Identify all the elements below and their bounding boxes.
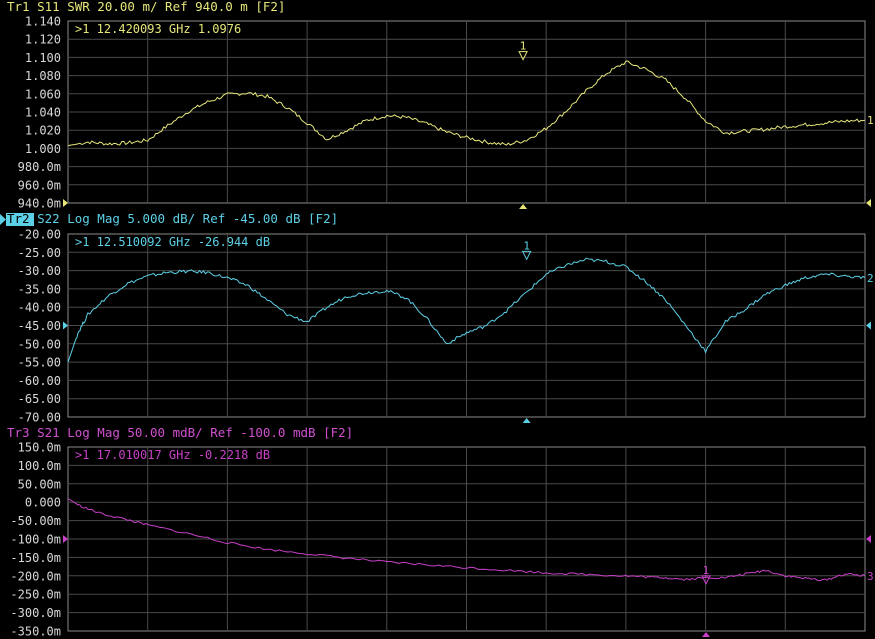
y-tick-label: 1.020 [25,124,61,138]
marker-readout: >1 12.420093 GHz 1.0976 [75,22,241,36]
y-tick-label: -50.00m [10,514,61,528]
y-tick-label: 100.0m [18,459,61,473]
y-tick-label: 1.140 [25,15,61,29]
y-tick-label: 1.000 [25,142,61,156]
y-tick-label: -35.00 [18,282,61,296]
marker-readout: >1 17.010017 GHz -0.2218 dB [75,448,270,462]
y-tick-label: -45.00 [18,319,61,333]
trace-settings-label: S22 Log Mag 5.000 dB/ Ref -45.00 dB [F2] [30,211,339,226]
y-tick-label: 1.080 [25,69,61,83]
trace-id-label: Tr2 [7,211,30,226]
y-tick-label: -20.00 [18,228,61,242]
trace-end-label: 1 [867,114,874,127]
marker-label: 1 [703,564,710,577]
y-tick-label: -150.0m [10,551,61,565]
reference-level-left-icon [63,535,68,543]
trace-panel-tr1: Tr1 S11 SWR 20.00 m/ Ref 940.0 m [F2]1.1… [7,0,874,211]
marker-position-icon [701,632,710,637]
marker-label: 1 [520,40,527,53]
trace-title-tr2[interactable]: Tr2 S22 Log Mag 5.000 dB/ Ref -45.00 dB … [7,211,338,226]
y-tick-label: -60.00 [18,374,61,388]
y-tick-label: -30.00 [18,264,61,278]
y-tick-label: 50.00m [18,477,61,491]
y-tick-label: 1.040 [25,106,61,120]
reference-level-left-icon [63,199,68,207]
reference-level-right-icon [866,535,871,543]
y-tick-label: -250.0m [10,588,61,602]
y-tick-label: -70.00 [18,411,61,425]
marker-triangle-icon[interactable] [518,51,528,61]
y-tick-label: 150.0m [18,441,61,455]
vna-display: Tr1 S11 SWR 20.00 m/ Ref 940.0 m [F2]1.1… [0,0,874,639]
trace-title-tr3[interactable]: Tr3 S21 Log Mag 50.00 mdB/ Ref -100.0 md… [7,425,353,440]
y-tick-label: 1.100 [25,51,61,65]
y-tick-label: 0.000 [25,496,61,510]
y-tick-label: -100.0m [10,533,61,547]
y-tick-label: -65.00 [18,392,61,406]
y-tick-label: -50.00 [18,337,61,351]
trace-end-label: 3 [867,570,874,583]
marker-readout: >1 12.510092 GHz -26.944 dB [75,235,270,249]
y-tick-label: -40.00 [18,301,61,315]
y-tick-label: 960.0m [18,178,61,192]
marker-position-icon [522,418,531,423]
reference-level-right-icon [866,199,871,207]
active-trace-arrow-icon [0,214,6,225]
trace-end-label: 2 [867,272,874,285]
reference-level-left-icon [63,321,68,330]
y-tick-label: -200.0m [10,569,61,583]
y-tick-label: 980.0m [18,160,61,174]
marker-label: 1 [523,239,530,252]
trace-panel-tr2: Tr2 S22 Log Mag 5.000 dB/ Ref -45.00 dB … [0,211,874,425]
y-tick-label: -55.00 [18,356,61,370]
y-tick-label: 1.120 [25,33,61,47]
trace-panel-tr3: Tr3 S21 Log Mag 50.00 mdB/ Ref -100.0 md… [7,425,874,639]
reference-level-right-icon [866,321,871,330]
trace-title-tr1[interactable]: Tr1 S11 SWR 20.00 m/ Ref 940.0 m [F2] [7,0,285,14]
y-tick-label: -300.0m [10,606,61,620]
y-tick-label: 1.060 [25,87,61,101]
y-tick-label: 940.0m [18,197,61,211]
y-tick-label: -350.0m [10,625,61,639]
marker-position-icon [519,204,528,209]
y-tick-label: -25.00 [18,246,61,260]
